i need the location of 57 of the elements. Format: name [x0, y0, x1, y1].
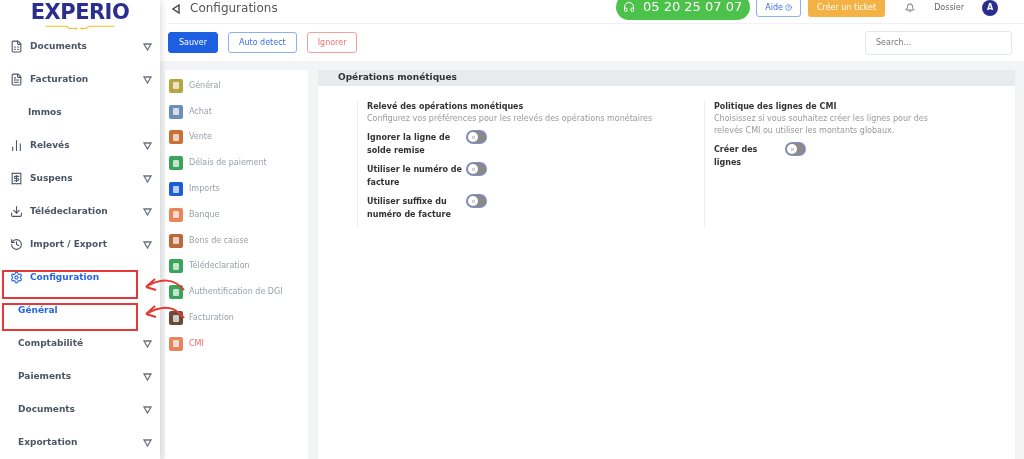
sidebar-item[interactable]: Comptabilité: [0, 327, 160, 360]
section-title: Relevé des opérations monétiques: [367, 101, 525, 113]
section-description: Configurez vos préférences pour les relevés des opérations monétaires: [367, 113, 654, 125]
section-description: Choisissez si vous souhaitez créer les lignes pour des relevés CMI ou utiliser les montants globaux.: [714, 113, 929, 137]
download-icon: [10, 205, 23, 218]
back-arrow-icon[interactable]: [172, 3, 180, 14]
config-menu-item[interactable]: Banque: [165, 202, 308, 228]
config-menu-item[interactable]: Imports: [165, 176, 308, 202]
sidebar-item[interactable]: Facturation: [0, 63, 160, 96]
toggle-switch[interactable]: [467, 131, 486, 143]
user-avatar[interactable]: A: [982, 0, 998, 16]
settings-icon: [10, 271, 23, 284]
toggle-switch[interactable]: [467, 195, 486, 207]
toggle-switch[interactable]: [786, 143, 805, 155]
config-menu-item[interactable]: CMI: [165, 330, 308, 357]
sidebar-item[interactable]: Import / Export: [0, 228, 160, 261]
section-title: Politique des lignes de CMI: [714, 101, 838, 113]
toolbar-button[interactable]: Auto detect: [228, 32, 297, 53]
logo-text: EXPERIO: [30, 0, 130, 24]
toolbar-button[interactable]: Sauver: [168, 32, 218, 53]
toolbar-button[interactable]: Ignorer: [306, 32, 358, 53]
history-icon: [10, 238, 23, 251]
setting-label: Ignorer la ligne de solde remise: [367, 132, 452, 157]
panel-title: Opérations monétiques: [338, 71, 457, 85]
file-icon: [10, 73, 23, 86]
config-menu-item[interactable]: Vente: [165, 124, 308, 151]
sidebar-item[interactable]: Configuration: [0, 261, 160, 294]
help-button[interactable]: Aide: [756, 0, 801, 17]
config-menu-item[interactable]: Achat: [165, 98, 308, 125]
setting-label: Créer des lignes: [714, 143, 759, 169]
sidebar-item[interactable]: Immos: [0, 96, 160, 129]
config-menu-item[interactable]: Télédeclaration: [165, 253, 308, 280]
folder-link[interactable]: Dossier: [934, 1, 964, 14]
document-icon: [10, 40, 23, 53]
phone-number: 05 20 25 07 07: [643, 0, 743, 16]
search-field[interactable]: Search...: [865, 30, 1012, 55]
sidebar-item[interactable]: Documents: [0, 393, 160, 426]
setting-label: Utiliser suffixe du numéro de facture: [367, 196, 452, 221]
sidebar-item[interactable]: Exportation: [0, 426, 160, 459]
sidebar-item[interactable]: Paiements: [0, 360, 160, 393]
toggle-switch[interactable]: [467, 163, 486, 175]
notification-bell-icon[interactable]: [905, 2, 916, 13]
config-menu-item[interactable]: Délais de paiement: [165, 150, 308, 177]
config-menu-item[interactable]: Facturation: [165, 305, 308, 331]
page-title: Configurations: [190, 0, 278, 17]
sidebar-item[interactable]: Télédeclaration: [0, 195, 160, 228]
sidebar-item[interactable]: Général: [0, 294, 160, 327]
sidebar-item[interactable]: Relevés: [0, 129, 160, 162]
sidebar-item[interactable]: Suspens: [0, 162, 160, 195]
setting-label: Utiliser le numéro de facture: [367, 163, 463, 189]
headset-icon: [623, 0, 635, 13]
config-menu-item[interactable]: Authentification de DGI: [165, 279, 308, 306]
sidebar-item[interactable]: Documents: [0, 30, 160, 63]
config-menu-item[interactable]: Bons de caisse: [165, 227, 308, 254]
bar-chart-icon: [10, 139, 23, 152]
dollar-receipt-icon: [10, 172, 23, 185]
config-menu-item[interactable]: Général: [165, 73, 308, 99]
